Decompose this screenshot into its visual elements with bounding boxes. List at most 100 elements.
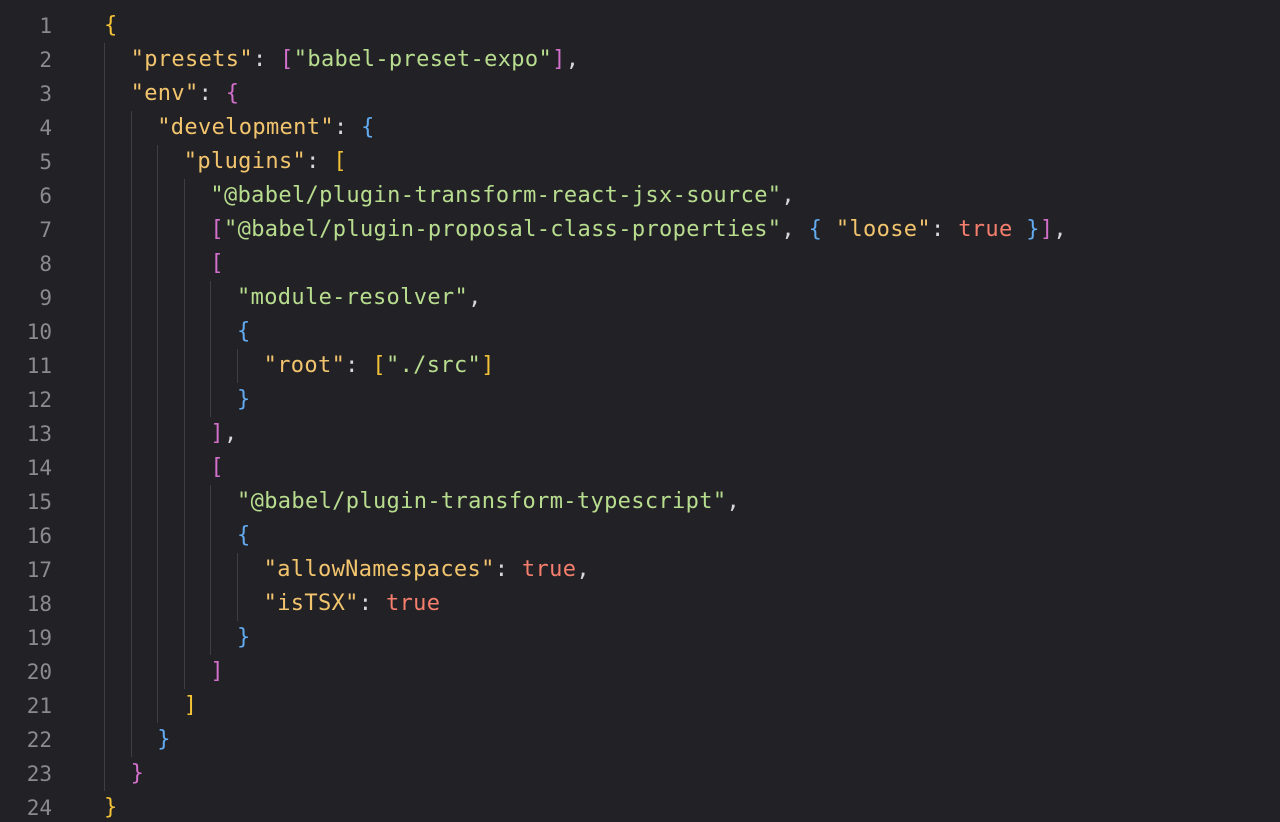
- code-line[interactable]: 7 ["@babel/plugin-proposal-class-properti…: [0, 213, 1280, 247]
- code-token: :: [252, 47, 281, 72]
- code-line[interactable]: 18 "isTSX": true: [0, 587, 1280, 621]
- code-token: ]: [552, 47, 566, 72]
- indent-guide: [130, 485, 132, 519]
- line-number: 14: [26, 456, 52, 480]
- indent-guide: [130, 281, 132, 315]
- code-text: "module-resolver",: [237, 281, 482, 315]
- code-text: {: [237, 519, 251, 553]
- line-number: 22: [26, 728, 52, 752]
- code-token: {: [225, 81, 240, 106]
- code-text: "@babel/plugin-transform-typescript",: [237, 485, 740, 519]
- indent-guide: [104, 213, 105, 247]
- code-token: "module-resolver": [237, 285, 469, 310]
- indent-guide: [157, 553, 159, 587]
- code-line[interactable]: 14 [: [0, 451, 1280, 485]
- code-token: ,: [565, 47, 580, 72]
- code-editor[interactable]: 1{2 "presets": ["babel-preset-expo"], 3 "en…: [0, 0, 1280, 822]
- code-token: "plugins": [183, 149, 307, 174]
- indent-guide: [157, 621, 159, 655]
- code-line[interactable]: 1{: [0, 9, 1280, 43]
- indent-guide: [210, 587, 212, 621]
- code-line[interactable]: 20]: [0, 655, 1280, 689]
- line-number: 4: [39, 116, 52, 140]
- code-line[interactable]: 15 "@babel/plugin-transform-typescript",: [0, 485, 1280, 519]
- code-text: "@babel/plugin-transform-react-jsx-sourc…: [210, 179, 795, 213]
- line-number: 3: [39, 82, 52, 106]
- indent-guide: [104, 689, 105, 723]
- code-line[interactable]: 10 {: [0, 315, 1280, 349]
- code-line[interactable]: 17 "allowNamespaces": true,: [0, 553, 1280, 587]
- indent-guide: [157, 587, 159, 621]
- code-line[interactable]: 12}: [0, 383, 1280, 417]
- indent-guide: [130, 349, 132, 383]
- code-token: [: [372, 353, 386, 378]
- code-line[interactable]: 3 "env": {: [0, 77, 1280, 111]
- code-token: }: [104, 795, 118, 820]
- code-line[interactable]: 22}: [0, 723, 1280, 757]
- indent-guide: [237, 553, 238, 587]
- code-token: ,: [726, 489, 741, 514]
- indent-guide: [104, 519, 105, 553]
- code-token: :: [198, 81, 226, 106]
- code-line[interactable]: 16 {: [0, 519, 1280, 553]
- code-line[interactable]: 2 "presets": ["babel-preset-expo"],: [0, 43, 1280, 77]
- indent-guide: [157, 349, 159, 383]
- line-number: 20: [26, 660, 52, 684]
- code-text: ]: [210, 655, 224, 689]
- indent-guide: [104, 43, 105, 77]
- code-token: ]: [183, 693, 198, 718]
- code-line[interactable]: 4 "development": {: [0, 111, 1280, 145]
- indent-guide: [104, 179, 105, 213]
- code-token: "presets": [130, 47, 253, 72]
- line-number: 1: [39, 14, 52, 38]
- code-token: "allowNamespaces": [263, 557, 495, 582]
- line-number: 12: [26, 388, 52, 412]
- code-text: "plugins": [: [184, 145, 347, 179]
- indent-guide: [104, 281, 105, 315]
- code-token: "@babel/plugin-proposal-class-properties…: [224, 217, 782, 242]
- indent-guide: [104, 247, 105, 281]
- code-token: true: [958, 217, 1013, 242]
- indent-guide: [130, 689, 132, 723]
- indent-guide: [183, 621, 185, 655]
- code-line[interactable]: 6 "@babel/plugin-transform-react-jsx-sour…: [0, 179, 1280, 213]
- code-token: {: [361, 115, 375, 140]
- indent-guide: [183, 281, 185, 315]
- code-token: [: [333, 149, 347, 174]
- code-token: {: [237, 319, 251, 344]
- indent-guide: [104, 383, 105, 417]
- code-token: [: [210, 217, 224, 242]
- code-token: ]: [481, 353, 495, 378]
- code-line[interactable]: 24}: [0, 791, 1280, 822]
- indent-guide: [157, 213, 159, 247]
- code-token: "isTSX": [263, 591, 359, 616]
- indent-guide: [157, 383, 159, 417]
- indent-guide: [130, 315, 132, 349]
- code-line[interactable]: 21]: [0, 689, 1280, 723]
- code-text: "presets": ["babel-preset-expo"],: [131, 43, 580, 77]
- indent-guide: [157, 247, 159, 281]
- code-token: :: [333, 115, 362, 140]
- code-token: :: [494, 557, 522, 582]
- line-number: 8: [39, 252, 52, 276]
- indent-guide: [157, 179, 159, 213]
- code-line[interactable]: 13],: [0, 417, 1280, 451]
- code-line[interactable]: 23}: [0, 757, 1280, 791]
- indent-guide: [183, 451, 185, 485]
- code-line[interactable]: 8[: [0, 247, 1280, 281]
- line-number: 9: [39, 286, 52, 310]
- code-line[interactable]: 5 "plugins": [: [0, 145, 1280, 179]
- code-line[interactable]: 19}: [0, 621, 1280, 655]
- indent-guide: [183, 315, 185, 349]
- line-number: 2: [39, 48, 52, 72]
- code-line[interactable]: 9 "module-resolver",: [0, 281, 1280, 315]
- code-text: }: [104, 791, 118, 822]
- code-token: "babel-preset-expo": [293, 47, 553, 72]
- line-number: 13: [26, 422, 52, 446]
- indent-guide: [130, 383, 132, 417]
- code-token: {: [104, 13, 118, 38]
- code-token: [: [210, 251, 224, 276]
- code-text: {: [104, 9, 118, 43]
- code-line[interactable]: 11 "root": ["./src"]: [0, 349, 1280, 383]
